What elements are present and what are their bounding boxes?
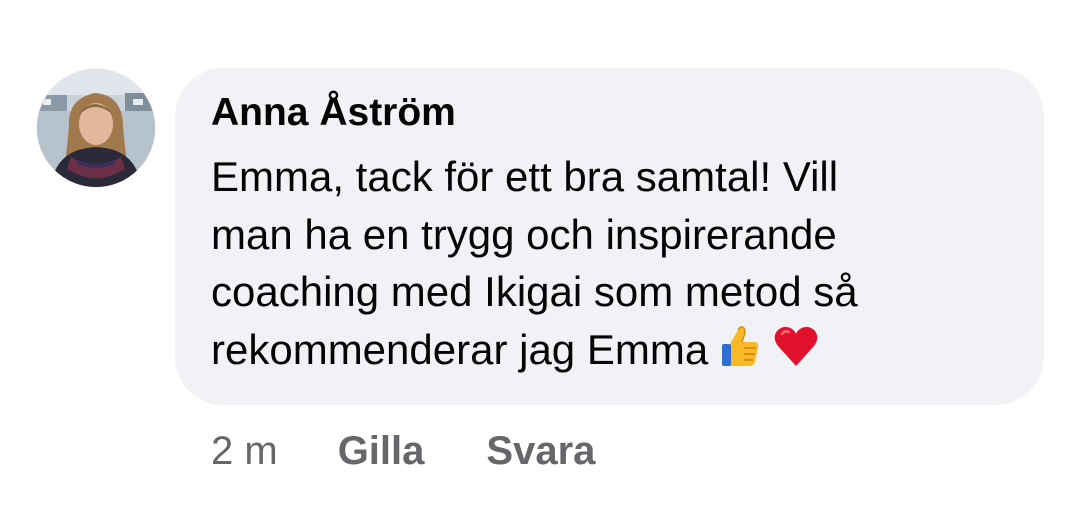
comment: Anna Åström Emma, tack för ett bra samta…: [0, 0, 1080, 508]
comment-actions: 2 m Gilla Svara: [211, 426, 595, 476]
comment-text-line: coaching med Ikigai som metod så: [211, 268, 858, 315]
avatar[interactable]: [37, 69, 155, 187]
thumbs-up-icon: [716, 322, 764, 370]
comment-timestamp[interactable]: 2 m: [211, 426, 278, 476]
reply-button[interactable]: Svara: [486, 426, 595, 476]
profile-photo: [37, 69, 155, 187]
comment-text-line-content: rekommenderar jag Emma: [211, 325, 709, 373]
comment-text-line-last: rekommenderar jag Emma: [211, 321, 1001, 379]
comment-text-line: Emma, tack för ett bra samtal! Vill: [211, 153, 839, 200]
red-heart-icon: [772, 322, 820, 370]
comment-text: Emma, tack för ett bra samtal! Vill man …: [211, 148, 1001, 378]
like-button[interactable]: Gilla: [338, 426, 425, 476]
comment-text-line: man ha en trygg och inspirerande: [211, 210, 837, 258]
comment-author[interactable]: Anna Åström: [211, 90, 456, 136]
